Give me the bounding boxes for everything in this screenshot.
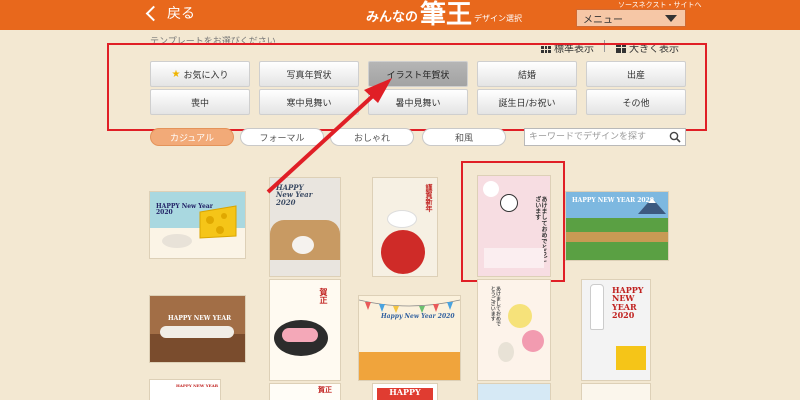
- app-header: 戻る みんなの 筆王 デザイン選択 ソースネクスト・サイトへ メニュー: [0, 0, 800, 30]
- logo-prefix: みんなの: [366, 10, 419, 25]
- style-tab-label: フォーマル: [259, 133, 305, 144]
- card-selection-highlight: [461, 161, 565, 282]
- design-card-row3-1[interactable]: HAPPY NEW YEAR: [150, 380, 220, 400]
- card-message: あけましておめでとうございます: [489, 286, 501, 326]
- style-tab-japanese[interactable]: 和風: [422, 128, 506, 146]
- design-card-festival[interactable]: HAPPY NEW YEAR 2020: [566, 192, 668, 260]
- mouse-illustration: [292, 236, 314, 254]
- card-title: HAPPY New Year 2020: [276, 183, 313, 207]
- card-title: HAPPY NEW YEAR: [168, 315, 232, 322]
- mice-illustration: [160, 326, 234, 338]
- design-card-kagami-mochi[interactable]: 謹賀新年: [373, 178, 437, 276]
- design-card-bread-mouse[interactable]: HAPPY New Year 2020: [270, 178, 340, 276]
- caret-down-icon: [665, 15, 677, 22]
- style-tab-formal[interactable]: フォーマル: [240, 128, 324, 146]
- style-tab-label: 和風: [454, 133, 473, 144]
- flower-illustration: [508, 304, 532, 328]
- card-title: Happy New Year 2020: [381, 313, 455, 320]
- design-card-row3-4[interactable]: [478, 384, 550, 400]
- bunting-illustration: [359, 299, 460, 313]
- card-title: HAPPY: [377, 388, 433, 400]
- ground-illustration: [359, 352, 460, 380]
- card-title: 賀正: [318, 385, 332, 394]
- app-logo: みんなの 筆王 デザイン選択: [366, 2, 522, 28]
- design-card-row3-2[interactable]: 賀正: [270, 384, 340, 400]
- back-label: 戻る: [167, 6, 195, 22]
- mouse-illustration: [498, 342, 514, 362]
- design-card-row3-3[interactable]: HAPPY: [373, 384, 437, 400]
- back-button[interactable]: 戻る: [145, 2, 195, 24]
- style-tab-stylish[interactable]: おしゃれ: [330, 128, 414, 146]
- path-illustration: [566, 232, 668, 242]
- design-card-cheese-mouse[interactable]: HAPPY New Year 2020: [150, 192, 245, 258]
- category-highlight-box: [107, 43, 707, 131]
- card-title: HAPPY NEW YEAR 2020: [612, 285, 644, 321]
- design-card-wagashi[interactable]: 賀正: [270, 280, 340, 380]
- style-tab-casual[interactable]: カジュアル: [150, 128, 234, 146]
- search-icon[interactable]: [669, 131, 681, 143]
- logo-main: 筆王: [420, 0, 473, 30]
- mochi-illustration: [282, 328, 318, 342]
- mouse-illustration: [162, 234, 192, 248]
- cheese-illustration: [616, 346, 646, 370]
- card-title: 賀正: [319, 288, 329, 304]
- search-input[interactable]: [524, 128, 686, 146]
- chevron-left-icon: [145, 5, 162, 21]
- logo-suffix: デザイン選択: [474, 14, 523, 23]
- cheese-illustration: [199, 205, 237, 239]
- menu-dropdown[interactable]: メニュー: [576, 9, 686, 27]
- red-circle-illustration: [381, 230, 425, 274]
- style-tab-label: カジュアル: [169, 133, 215, 144]
- style-tab-label: おしゃれ: [353, 133, 390, 144]
- flower-illustration: [522, 330, 544, 352]
- mochi-illustration: [387, 210, 417, 228]
- design-card-row3-5[interactable]: [582, 384, 650, 400]
- card-title: HAPPY NEW YEAR: [176, 383, 219, 388]
- menu-label: メニュー: [583, 14, 623, 26]
- milk-bottle-illustration: [590, 284, 604, 330]
- design-card-flowers[interactable]: あけましておめでとうございます: [478, 280, 550, 380]
- table-illustration: [150, 334, 245, 362]
- design-card-bunting[interactable]: Happy New Year 2020: [359, 296, 460, 380]
- card-title: 謹賀新年: [425, 184, 434, 212]
- mountain-illustration: [638, 198, 666, 214]
- design-card-milk-cheese[interactable]: HAPPY NEW YEAR 2020: [582, 280, 650, 380]
- design-card-mice-row[interactable]: HAPPY NEW YEAR: [150, 296, 245, 362]
